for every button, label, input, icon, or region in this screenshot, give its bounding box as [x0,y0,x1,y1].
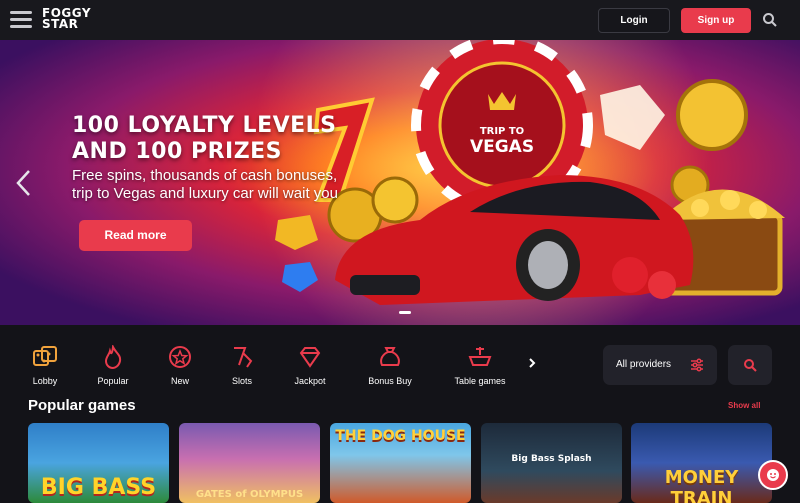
category-popular[interactable]: Popular [79,345,147,386]
chip-line2: VEGAS [470,137,534,157]
game-card[interactable]: Big Bass Splash [481,423,622,503]
game-card[interactable]: THE DOG HOUSE [330,423,471,503]
search-icon[interactable] [762,12,778,28]
support-chat-button[interactable] [758,460,788,490]
game-search-button[interactable] [728,345,772,385]
search-icon [744,359,757,372]
game-title: BIG BASS [40,475,157,500]
dice-icon [33,346,57,366]
game-card[interactable]: MONEY TRAIN [631,423,772,503]
fire-icon [104,345,122,369]
banner-title-line1: 100 LOYALTY LEVELS [72,113,337,138]
category-lobby[interactable]: Lobby [11,345,79,386]
category-jackpot[interactable]: Jackpot [276,345,344,386]
banner-title-line2: AND 100 PRIZES [72,139,283,164]
providers-filter[interactable]: All providers [603,345,717,385]
banner-subtitle: Free spins, thousands of cash bonuses, t… [72,167,402,203]
signup-button[interactable]: Sign up [681,8,751,33]
category-label: Jackpot [294,376,326,386]
banner-title: 100 LOYALTY LEVELS AND 100 PRIZES [72,113,402,165]
chip-line1: TRIP TO [480,126,524,137]
category-label: Slots [231,376,252,386]
logo-line2: STAR [42,17,79,31]
category-slots[interactable]: Slots [208,345,276,386]
category-label: Lobby [32,376,58,386]
game-card[interactable]: BIG BASS [28,423,169,503]
star-icon [169,346,191,368]
providers-label: All providers [616,359,672,370]
category-label: Table games [454,376,506,386]
show-all-link[interactable]: Show all [728,401,760,410]
promo-banner[interactable]: TRIP TO VEGAS 100 LOYALTY LEVELS AND 100… [0,40,800,325]
category-label: New [170,376,189,386]
chevron-right-icon[interactable] [527,358,537,368]
bonus-bag-icon [380,347,400,366]
jackpot-icon [299,347,321,368]
read-more-button[interactable]: Read more [79,220,192,251]
carousel-indicator[interactable] [399,311,411,314]
game-title: THE DOG HOUSE [335,428,466,444]
chevron-left-icon[interactable] [14,168,34,198]
category-new[interactable]: New [146,345,214,386]
section-title: Popular games [28,397,136,414]
game-title: Big Bass Splash [511,454,592,464]
table-games-icon [468,347,492,366]
login-button[interactable]: Login [598,8,670,33]
category-label: Popular [97,376,129,386]
smiley-icon [767,469,779,481]
top-header: FOGGY STAR Login Sign up [0,0,800,40]
game-card[interactable]: GATES of OLYMPUS [179,423,320,503]
category-label: Bonus Buy [368,376,412,386]
filter-sliders-icon [691,358,703,372]
slots-icon [234,347,253,368]
banner-subtitle-line1: Free spins, thousands of cash bonuses, [72,167,338,184]
banner-subtitle-line2: trip to Vegas and luxury car will wait y… [72,185,338,202]
game-title: GATES of OLYMPUS [195,489,304,500]
game-title: MONEY TRAIN [664,467,739,503]
category-table-games[interactable]: Table games [446,345,514,386]
logo[interactable]: FOGGY STAR [42,7,91,31]
category-bonus-buy[interactable]: Bonus Buy [356,345,424,386]
menu-icon[interactable] [10,11,32,29]
